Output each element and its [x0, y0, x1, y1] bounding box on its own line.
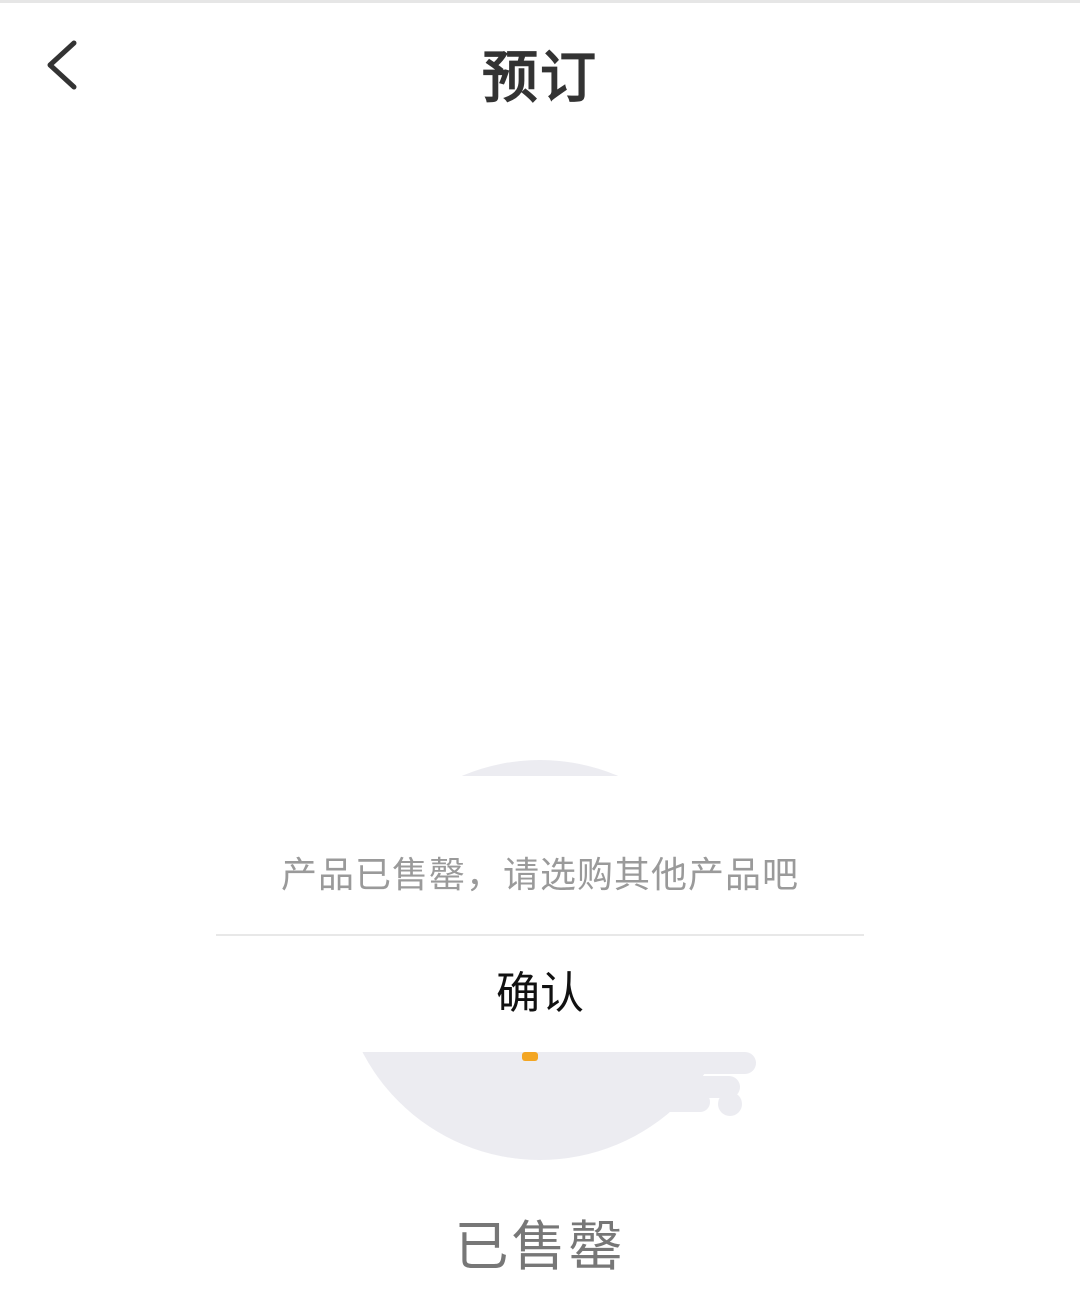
booking-page: 预订 产品已售罄，请选购其他产品吧 确认 已售罄 — [0, 0, 1080, 1312]
navigation-bar: 预订 — [0, 3, 1080, 123]
dialog-message: 产品已售罄，请选购其他产品吧 — [280, 855, 799, 896]
page-title: 预订 — [482, 46, 598, 111]
confirm-button[interactable]: 确认 — [216, 936, 864, 1052]
sold-out-dialog: 产品已售罄，请选购其他产品吧 确认 — [216, 776, 864, 1052]
sold-out-label: 已售罄 — [454, 1215, 626, 1278]
